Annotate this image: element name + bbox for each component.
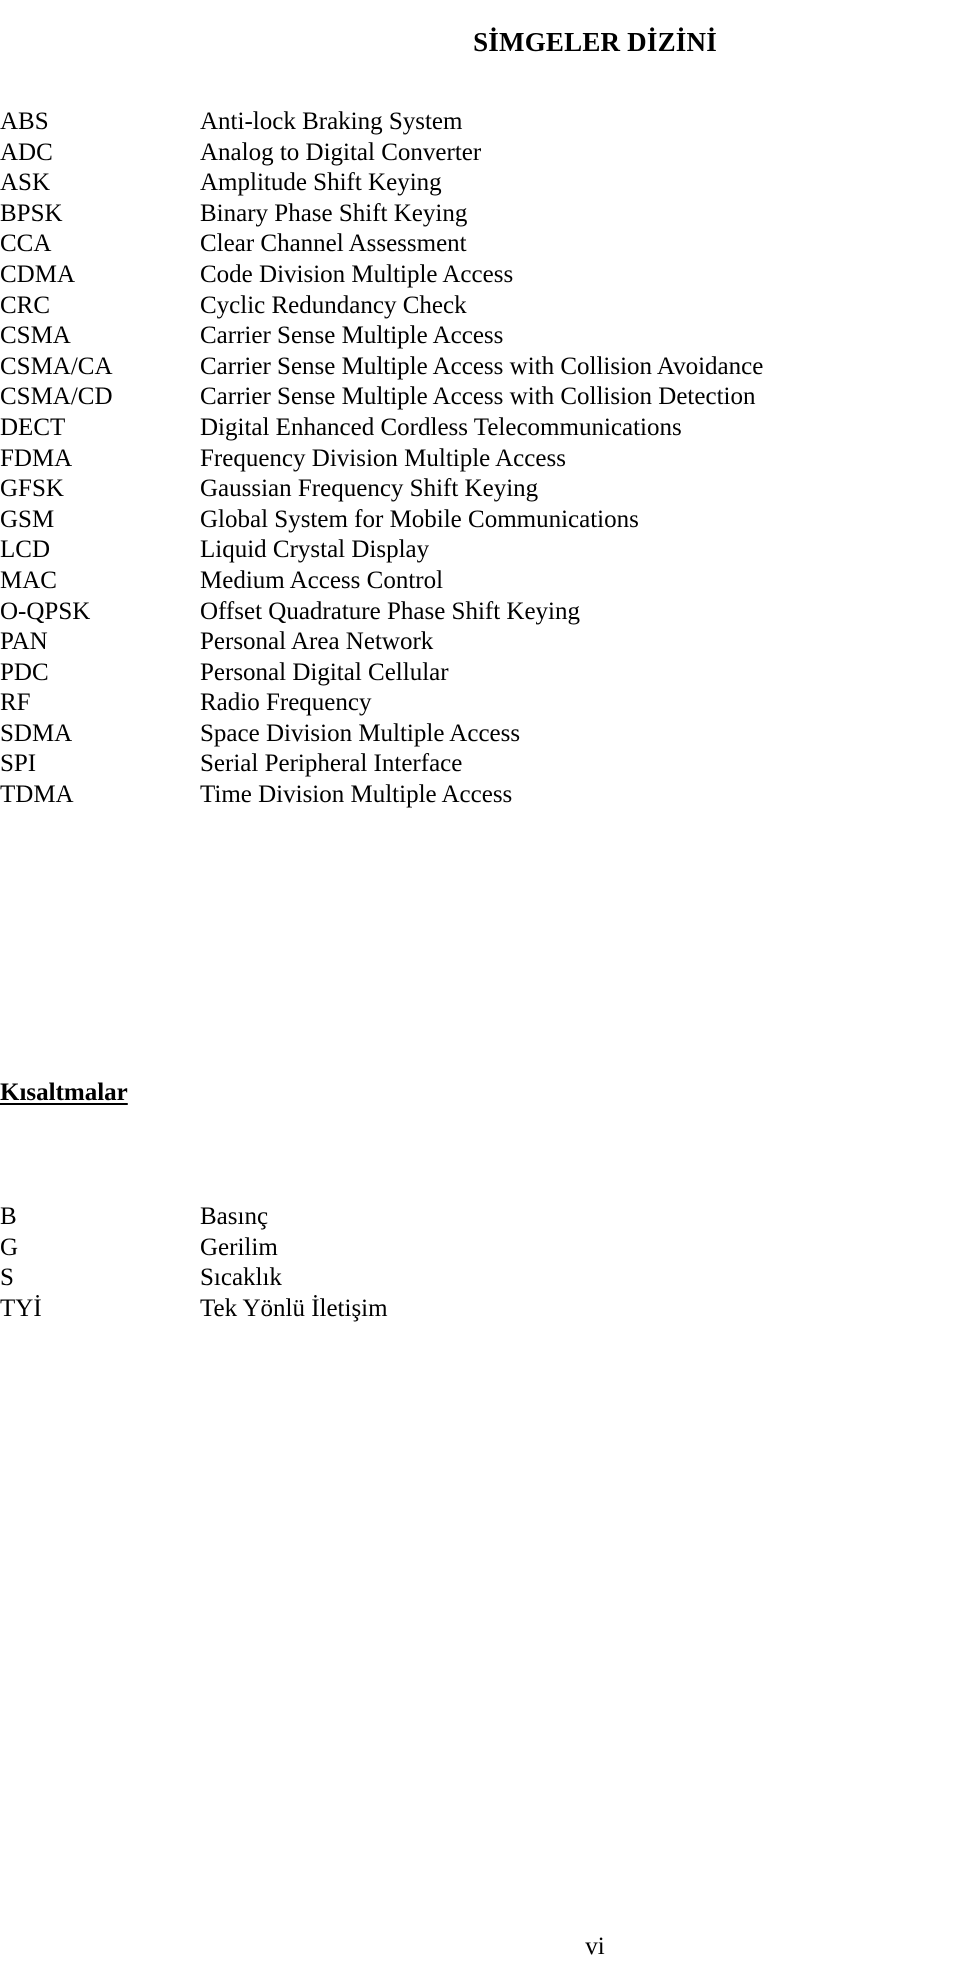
abbreviation-row: S Sıcaklık xyxy=(0,1263,960,1294)
acronym-row: CSMA/CA Carrier Sense Multiple Access wit… xyxy=(0,352,960,383)
acronym-definition: Clear Channel Assessment xyxy=(200,230,467,258)
abbreviation-definition: Sıcaklık xyxy=(200,1264,282,1292)
acronym-term: GSM xyxy=(0,505,55,533)
acronym-row: DECT Digital Enhanced Cordless Telecommun… xyxy=(0,413,960,444)
acronym-row: ABS Anti-lock Braking System xyxy=(0,107,960,138)
acronym-row: PDC Personal Digital Cellular xyxy=(0,658,960,689)
acronym-definition: Space Division Multiple Access xyxy=(200,719,521,747)
acronym-row: MAC Medium Access Control xyxy=(0,566,960,597)
acronym-term: SPI xyxy=(0,750,37,778)
acronym-term: CSMA xyxy=(0,322,71,350)
acronym-row: PAN Personal Area Network xyxy=(0,627,960,658)
acronym-term: ASK xyxy=(0,169,51,197)
acronym-term: CCA xyxy=(0,230,52,258)
abbreviation-list: B Basınç G Gerilim S Sıcaklık TYİ Tek Yönlü İle… xyxy=(0,1202,960,1324)
acronym-row: ADC Analog to Digital Converter xyxy=(0,138,960,169)
acronym-term: CRC xyxy=(0,291,51,319)
page-title: SİMGELER DİZİNİ xyxy=(473,27,717,58)
acronym-row: RF Radio Frequency xyxy=(0,688,960,719)
abbreviations-section-heading: Kısaltmalar xyxy=(0,1079,128,1106)
acronym-term: BPSK xyxy=(0,199,63,227)
acronym-row: CRC Cyclic Redundancy Check xyxy=(0,291,960,322)
acronym-row: O-QPSK Offset Quadrature Phase Shift Keyi… xyxy=(0,597,960,628)
acronym-term: TDMA xyxy=(0,781,74,809)
acronym-definition: Code Division Multiple Access xyxy=(200,260,514,288)
acronym-term: GFSK xyxy=(0,475,64,503)
acronym-definition: Digital Enhanced Cordless Telecommunicat… xyxy=(200,413,682,441)
acronym-row: ASK Amplitude Shift Keying xyxy=(0,168,960,199)
acronym-definition: Analog to Digital Converter xyxy=(200,138,482,166)
acronym-definition: Cyclic Redundancy Check xyxy=(200,291,467,319)
acronym-term: CSMA/CD xyxy=(0,383,113,411)
acronym-row: CSMA Carrier Sense Multiple Access xyxy=(0,321,960,352)
acronym-definition: Carrier Sense Multiple Access with Colli… xyxy=(200,383,756,411)
acronym-definition: Personal Area Network xyxy=(200,628,434,656)
acronym-row: TDMA Time Division Multiple Access xyxy=(0,780,960,811)
acronym-definition: Carrier Sense Multiple Access xyxy=(200,322,504,350)
acronym-row: CSMA/CD Carrier Sense Multiple Access wit… xyxy=(0,382,960,413)
page-number: vi xyxy=(585,1933,605,1960)
acronym-term: CDMA xyxy=(0,260,76,288)
acronym-row: CDMA Code Division Multiple Access xyxy=(0,260,960,291)
abbreviation-definition: Gerilim xyxy=(200,1233,278,1261)
acronym-definition: Global System for Mobile Communications xyxy=(200,505,639,533)
abbreviation-term: G xyxy=(0,1233,19,1261)
document-page: SİMGELER DİZİNİ ABS Anti-lock Braking Sys… xyxy=(0,0,960,1974)
acronym-definition: Frequency Division Multiple Access xyxy=(200,444,566,472)
acronym-term: O-QPSK xyxy=(0,597,91,625)
acronym-term: ABS xyxy=(0,108,49,135)
acronym-definition: Amplitude Shift Keying xyxy=(200,169,442,197)
acronym-term: MAC xyxy=(0,566,57,594)
acronym-definition: Liquid Crystal Display xyxy=(200,536,430,564)
acronym-term: RF xyxy=(0,689,31,717)
acronym-row: SPI Serial Peripheral Interface xyxy=(0,749,960,780)
abbreviation-definition: Tek Yönlü İletişim xyxy=(200,1294,388,1322)
acronym-definition: Medium Access Control xyxy=(200,566,444,594)
abbreviation-term: B xyxy=(0,1203,17,1230)
acronym-term: CSMA/CA xyxy=(0,352,113,380)
acronym-term: LCD xyxy=(0,536,50,564)
abbreviation-row: G Gerilim xyxy=(0,1233,960,1264)
acronym-term: ADC xyxy=(0,138,53,166)
abbreviation-row: TYİ Tek Yönlü İletişim xyxy=(0,1294,960,1325)
acronym-definition: Time Division Multiple Access xyxy=(200,781,513,809)
acronym-term: FDMA xyxy=(0,444,73,472)
acronym-term: SDMA xyxy=(0,719,73,747)
abbreviation-row: B Basınç xyxy=(0,1202,960,1233)
acronym-row: GSM Global System for Mobile Communicatio… xyxy=(0,505,960,536)
acronym-row: BPSK Binary Phase Shift Keying xyxy=(0,199,960,230)
acronym-term: PAN xyxy=(0,628,48,656)
acronym-row: LCD Liquid Crystal Display xyxy=(0,535,960,566)
acronym-definition: Radio Frequency xyxy=(200,689,372,717)
acronym-term: DECT xyxy=(0,413,66,441)
abbreviation-definition: Basınç xyxy=(200,1203,269,1230)
acronym-term: PDC xyxy=(0,658,49,686)
acronym-definition: Offset Quadrature Phase Shift Keying xyxy=(200,597,581,625)
acronym-definition: Anti-lock Braking System xyxy=(200,108,463,135)
acronym-row: GFSK Gaussian Frequency Shift Keying xyxy=(0,474,960,505)
abbreviation-term: TYİ xyxy=(0,1294,42,1322)
acronym-definition: Serial Peripheral Interface xyxy=(200,750,463,778)
acronym-row: FDMA Frequency Division Multiple Access xyxy=(0,444,960,475)
acronym-definition: Carrier Sense Multiple Access with Colli… xyxy=(200,352,764,380)
acronym-row: SDMA Space Division Multiple Access xyxy=(0,719,960,750)
acronym-definition: Binary Phase Shift Keying xyxy=(200,199,468,227)
acronym-definition: Gaussian Frequency Shift Keying xyxy=(200,475,539,503)
abbreviation-term: S xyxy=(0,1264,14,1292)
acronym-row: CCA Clear Channel Assessment xyxy=(0,229,960,260)
acronym-definition: Personal Digital Cellular xyxy=(200,658,449,686)
acronym-list: ABS Anti-lock Braking System ADC Analog to … xyxy=(0,107,960,811)
